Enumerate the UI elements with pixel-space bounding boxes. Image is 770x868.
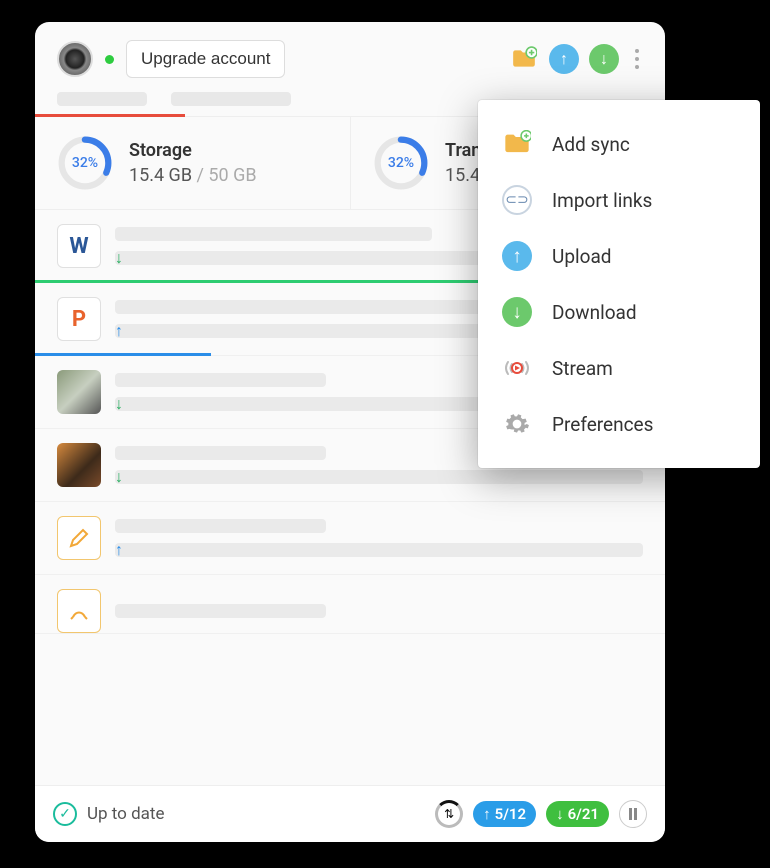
arrow-down-icon: ↓ <box>115 248 123 268</box>
upload-icon: ↑ <box>502 241 532 271</box>
menu-stream[interactable]: Stream <box>478 340 760 396</box>
menu-label: Add sync <box>552 133 630 156</box>
menu-label: Download <box>552 301 637 324</box>
transfer-ring: 32% <box>373 135 429 191</box>
header-actions: ↑ ↓ <box>509 44 645 74</box>
gear-icon <box>502 409 532 439</box>
upload-icon[interactable]: ↑ <box>549 44 579 74</box>
file-item[interactable]: ↑ <box>35 502 665 575</box>
transfer-percent: 32% <box>373 135 429 191</box>
note-file-icon <box>57 516 101 560</box>
file-name-placeholder <box>115 604 326 618</box>
pause-button[interactable] <box>619 800 647 828</box>
file-name-placeholder <box>115 300 485 314</box>
add-sync-folder-icon[interactable] <box>509 44 539 74</box>
arrow-up-icon: ↑ <box>483 805 491 823</box>
upload-counter-value: 5/12 <box>495 805 526 823</box>
storage-title: Storage <box>129 140 257 161</box>
arrow-down-icon: ↓ <box>115 467 123 487</box>
note-file-icon <box>57 589 101 633</box>
upload-counter-pill[interactable]: ↑ 5/12 <box>473 801 536 827</box>
storage-ring: 32% <box>57 135 113 191</box>
file-name-placeholder <box>115 519 326 533</box>
download-counter-value: 6/21 <box>568 805 599 823</box>
menu-label: Stream <box>552 357 613 380</box>
menu-upload[interactable]: ↑ Upload <box>478 228 760 284</box>
footer: ✓ Up to date ↑ 5/12 ↓ 6/21 <box>35 785 665 842</box>
arrow-up-icon: ↑ <box>115 321 123 341</box>
more-menu-icon[interactable] <box>629 45 645 73</box>
image-file-icon <box>57 443 101 487</box>
menu-label: Upload <box>552 245 612 268</box>
tab-item[interactable] <box>171 92 291 106</box>
storage-percent: 32% <box>57 135 113 191</box>
tab-item[interactable] <box>57 92 147 106</box>
active-tab-indicator <box>35 114 185 117</box>
powerpoint-file-icon: P <box>57 297 101 341</box>
menu-add-sync[interactable]: Add sync <box>478 116 760 172</box>
arrow-down-icon: ↓ <box>115 394 123 414</box>
upgrade-account-button[interactable]: Upgrade account <box>126 40 285 78</box>
link-icon: ⊂⊃ <box>502 185 532 215</box>
stream-icon <box>502 353 532 383</box>
file-item[interactable] <box>35 575 665 634</box>
storage-amount: 15.4 GB / 50 GB <box>129 165 257 186</box>
menu-preferences[interactable]: Preferences <box>478 396 760 452</box>
menu-label: Preferences <box>552 413 653 436</box>
sync-spinner-icon[interactable] <box>435 800 463 828</box>
actions-dropdown: Add sync ⊂⊃ Import links ↑ Upload ↓ Down… <box>478 100 760 468</box>
storage-total: 50 GB <box>208 165 256 186</box>
arrow-down-icon: ↓ <box>556 805 564 823</box>
transfer-used: 15.4 <box>445 165 480 186</box>
file-name-placeholder <box>115 227 432 241</box>
sync-status-label: Up to date <box>87 804 165 824</box>
avatar[interactable] <box>57 41 93 77</box>
download-counter-pill[interactable]: ↓ 6/21 <box>546 801 609 827</box>
header: Upgrade account ↑ ↓ <box>35 22 665 92</box>
file-name-placeholder <box>115 373 326 387</box>
storage-used: 15.4 GB <box>129 165 192 186</box>
menu-import-links[interactable]: ⊂⊃ Import links <box>478 172 760 228</box>
check-circle-icon: ✓ <box>53 802 77 826</box>
status-dot <box>105 55 114 64</box>
download-icon: ↓ <box>502 297 532 327</box>
download-icon[interactable]: ↓ <box>589 44 619 74</box>
menu-label: Import links <box>552 189 652 212</box>
menu-download[interactable]: ↓ Download <box>478 284 760 340</box>
folder-sync-icon <box>502 129 532 159</box>
word-file-icon: W <box>57 224 101 268</box>
storage-stat: 32% Storage 15.4 GB / 50 GB <box>35 117 350 209</box>
image-file-icon <box>57 370 101 414</box>
file-name-placeholder <box>115 446 326 460</box>
arrow-up-icon: ↑ <box>115 540 123 560</box>
